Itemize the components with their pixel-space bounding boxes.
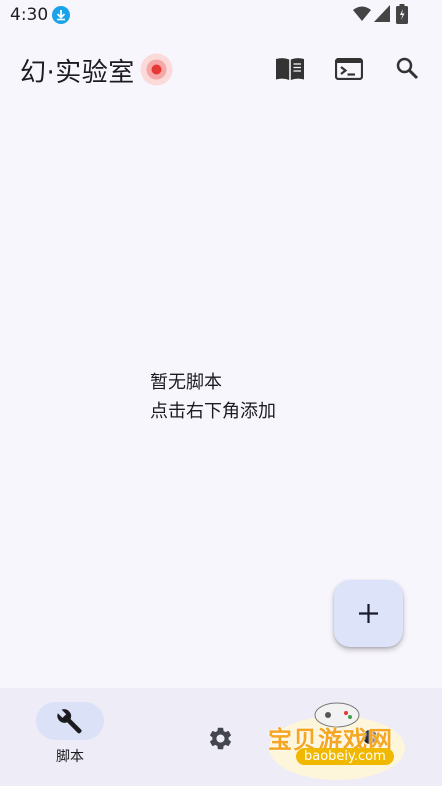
- download-icon: [52, 6, 70, 24]
- nav-item-scripts[interactable]: 脚本: [0, 688, 140, 786]
- wrench-icon: [57, 709, 82, 734]
- book-icon[interactable]: [275, 57, 305, 81]
- search-icon[interactable]: [395, 56, 419, 80]
- status-time: 4:30: [10, 5, 49, 25]
- record-indicator-icon[interactable]: [140, 53, 173, 86]
- empty-state-line2: 点击右下角添加: [150, 401, 276, 422]
- watermark-logo: 宝贝游戏网 baobeiy.com: [262, 693, 412, 783]
- nav-item-settings[interactable]: [200, 720, 240, 760]
- watermark-url: baobeiy.com: [296, 748, 394, 765]
- add-script-button[interactable]: [334, 580, 403, 647]
- nav-active-indicator: [36, 702, 104, 740]
- status-bar: 4:30: [0, 0, 442, 30]
- app-title: 幻·实验室: [20, 58, 135, 88]
- battery-icon: [396, 4, 408, 24]
- nav-item-scripts-label: 脚本: [56, 749, 84, 765]
- gear-icon: [209, 727, 232, 750]
- wifi-icon: [353, 6, 371, 21]
- terminal-icon[interactable]: [335, 58, 363, 80]
- signal-icon: [374, 5, 390, 22]
- app-bar: 幻·实验室: [0, 40, 442, 96]
- empty-state-message: 暂无脚本 点击右下角添加: [150, 368, 276, 426]
- empty-state-line1: 暂无脚本: [150, 372, 222, 393]
- plus-icon: [359, 604, 378, 623]
